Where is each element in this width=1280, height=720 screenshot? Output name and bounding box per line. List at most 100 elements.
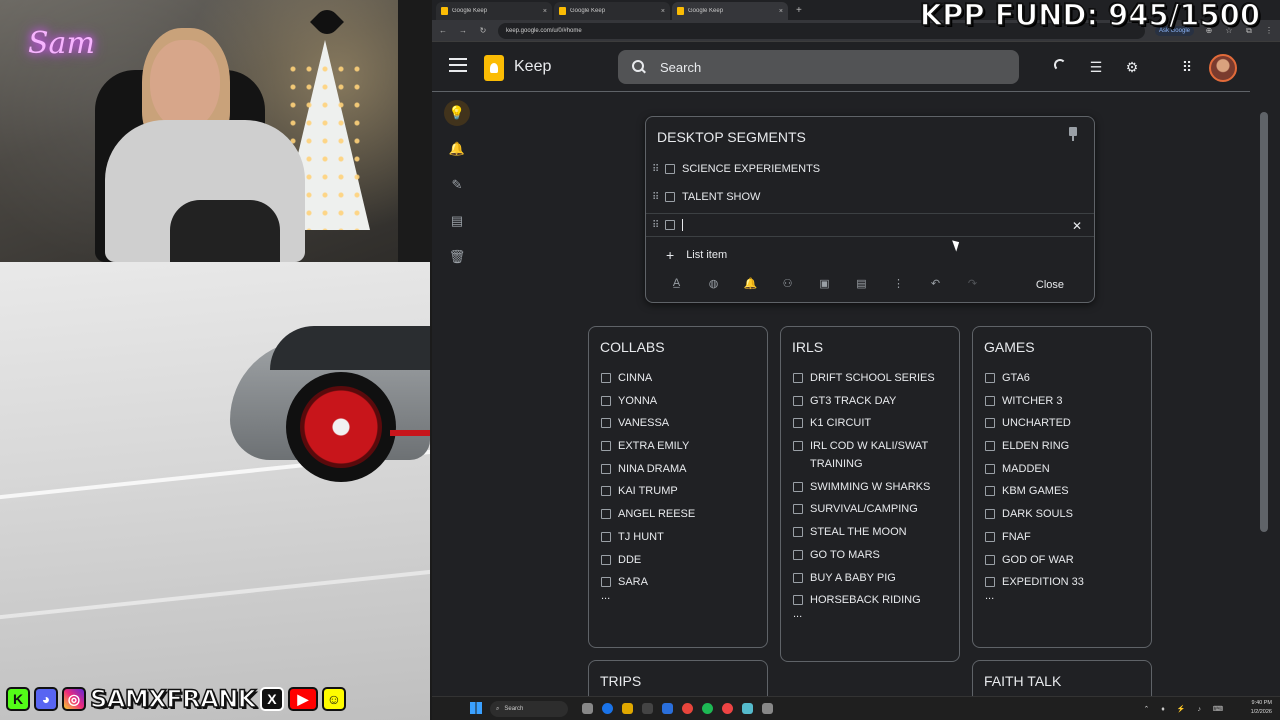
note-collabs[interactable]: COLLABS CINNA YONNA VANESSA EXTRA EMILY … bbox=[588, 326, 768, 648]
browser-tab-1[interactable]: Google Keep × bbox=[436, 2, 552, 20]
account-avatar[interactable] bbox=[1209, 54, 1237, 82]
list-item[interactable]: IRL COD W KALI/SWAT TRAINING bbox=[793, 437, 953, 473]
item-checkbox[interactable] bbox=[793, 504, 803, 515]
note-title[interactable]: COLLABS bbox=[600, 339, 665, 355]
item-checkbox[interactable] bbox=[793, 395, 803, 406]
note-trips[interactable]: TRIPS bbox=[588, 660, 768, 696]
item-checkbox[interactable] bbox=[665, 220, 675, 230]
taskbar-clock[interactable]: 9:40 PM 1/2/2026 bbox=[1251, 699, 1272, 717]
palette-icon[interactable]: ◍ bbox=[695, 277, 732, 290]
remind-me-icon[interactable]: 🔔 bbox=[732, 277, 769, 290]
note-title[interactable]: FAITH TALK bbox=[984, 673, 1061, 689]
item-checkbox[interactable] bbox=[793, 373, 803, 383]
item-checkbox[interactable] bbox=[601, 441, 611, 452]
tab-close-icon[interactable]: × bbox=[661, 8, 665, 15]
note-irls[interactable]: IRLS DRIFT SCHOOL SERIES GT3 TRACK DAY K… bbox=[780, 326, 960, 662]
note-title[interactable]: GAMES bbox=[984, 339, 1035, 355]
list-item[interactable]: HORSEBACK RIDING bbox=[793, 591, 953, 609]
obs-icon[interactable] bbox=[682, 703, 693, 714]
drag-handle-icon[interactable]: ⠿ bbox=[652, 192, 662, 203]
list-item[interactable]: EXTRA EMILY bbox=[601, 437, 761, 455]
list-item[interactable]: BUY A BABY PIG bbox=[793, 569, 953, 587]
app-icon[interactable] bbox=[742, 703, 753, 714]
list-item[interactable]: YONNA bbox=[601, 392, 761, 410]
list-item[interactable]: GOD OF WAR bbox=[985, 551, 1145, 569]
item-checkbox[interactable] bbox=[793, 527, 803, 538]
close-note-button[interactable]: Close bbox=[1036, 279, 1064, 291]
file-explorer-icon[interactable] bbox=[622, 703, 633, 714]
settings-gear-icon[interactable]: ⚙ bbox=[1124, 59, 1140, 75]
drag-handle-icon[interactable]: ⠿ bbox=[652, 164, 662, 175]
item-checkbox[interactable] bbox=[793, 572, 803, 583]
redo-icon[interactable]: ↷ bbox=[954, 277, 991, 290]
store-icon[interactable] bbox=[642, 703, 653, 714]
item-text[interactable]: TALENT SHOW bbox=[682, 191, 760, 203]
browser-tab-2[interactable]: Google Keep × bbox=[554, 2, 670, 20]
browser-tab-3[interactable]: Google Keep × bbox=[672, 2, 788, 20]
browser-menu-icon[interactable]: ⋮ bbox=[1264, 26, 1274, 35]
keep-logo-icon[interactable] bbox=[484, 55, 504, 81]
item-checkbox[interactable] bbox=[793, 418, 803, 429]
delete-item-icon[interactable]: ✕ bbox=[1072, 219, 1082, 233]
page-scrollbar[interactable] bbox=[1250, 42, 1280, 696]
pencil-edit-labels-icon[interactable]: ✎ bbox=[444, 172, 470, 198]
task-view-icon[interactable] bbox=[582, 703, 593, 714]
item-checkbox[interactable] bbox=[793, 549, 803, 560]
item-checkbox[interactable] bbox=[601, 486, 611, 497]
reload-icon[interactable]: ↻ bbox=[478, 26, 488, 35]
spotify-icon[interactable] bbox=[702, 703, 713, 714]
list-item[interactable]: SWIMMING W SHARKS bbox=[793, 478, 953, 496]
new-tab-button[interactable]: + bbox=[790, 2, 808, 20]
new-list-item-row[interactable]: ⠿ ✕ bbox=[646, 213, 1094, 237]
item-checkbox[interactable] bbox=[985, 531, 995, 542]
note-title[interactable]: IRLS bbox=[792, 339, 823, 355]
more-icon[interactable]: ⋮ bbox=[880, 277, 917, 290]
search-icon[interactable] bbox=[632, 60, 646, 74]
main-menu-icon[interactable] bbox=[449, 56, 467, 74]
forward-icon[interactable]: → bbox=[458, 26, 468, 35]
item-text[interactable]: SCIENCE EXPERIEMENTS bbox=[682, 163, 820, 175]
list-item[interactable]: DRIFT SCHOOL SERIES bbox=[793, 369, 953, 387]
tab-close-icon[interactable]: × bbox=[543, 8, 547, 15]
text-format-icon[interactable]: A̲ bbox=[658, 277, 695, 290]
add-list-item-button[interactable]: + List item bbox=[666, 247, 727, 263]
app-title[interactable]: Keep bbox=[514, 58, 551, 76]
item-checkbox[interactable] bbox=[793, 481, 803, 492]
undo-icon[interactable]: ↶ bbox=[917, 277, 954, 290]
list-item[interactable]: TJ HUNT bbox=[601, 528, 761, 546]
archive-icon[interactable]: ▤ bbox=[444, 208, 470, 234]
item-checkbox[interactable] bbox=[985, 463, 995, 474]
list-item[interactable]: ANGEL REESE bbox=[601, 505, 761, 523]
item-checkbox[interactable] bbox=[601, 418, 611, 429]
taskbar-search[interactable]: ⌕ Search bbox=[490, 701, 568, 717]
list-item[interactable]: ELDEN RING bbox=[985, 437, 1145, 455]
note-title[interactable]: TRIPS bbox=[600, 673, 641, 689]
drag-handle-icon[interactable]: ⠿ bbox=[652, 220, 662, 231]
item-checkbox[interactable] bbox=[985, 373, 995, 383]
item-checkbox[interactable] bbox=[793, 595, 803, 606]
item-checkbox[interactable] bbox=[985, 509, 995, 520]
item-checkbox[interactable] bbox=[985, 441, 995, 452]
list-item[interactable]: DARK SOULS bbox=[985, 505, 1145, 523]
list-view-icon[interactable]: ☰ bbox=[1088, 59, 1104, 75]
list-item[interactable]: MADDEN bbox=[985, 460, 1145, 478]
list-item[interactable]: FNAF bbox=[985, 528, 1145, 546]
list-item[interactable]: SARA bbox=[601, 573, 761, 591]
app-icon[interactable] bbox=[662, 703, 673, 714]
add-image-icon[interactable]: ▣ bbox=[806, 277, 843, 290]
item-checkbox[interactable] bbox=[601, 395, 611, 406]
item-checkbox[interactable] bbox=[985, 486, 995, 497]
list-item[interactable]: UNCHARTED bbox=[985, 414, 1145, 432]
item-checkbox[interactable] bbox=[601, 373, 611, 383]
item-checkbox[interactable] bbox=[985, 395, 995, 406]
item-checkbox[interactable] bbox=[985, 554, 995, 565]
item-checkbox[interactable] bbox=[601, 554, 611, 565]
item-checkbox[interactable] bbox=[985, 418, 995, 429]
list-item[interactable]: GT3 TRACK DAY bbox=[793, 392, 953, 410]
item-checkbox[interactable] bbox=[601, 577, 611, 588]
list-item[interactable]: GTA6 bbox=[985, 369, 1145, 387]
list-item[interactable]: KAI TRUMP bbox=[601, 482, 761, 500]
item-checkbox[interactable] bbox=[793, 441, 803, 452]
item-checkbox[interactable] bbox=[985, 577, 995, 588]
note-faith-talk[interactable]: FAITH TALK bbox=[972, 660, 1152, 696]
